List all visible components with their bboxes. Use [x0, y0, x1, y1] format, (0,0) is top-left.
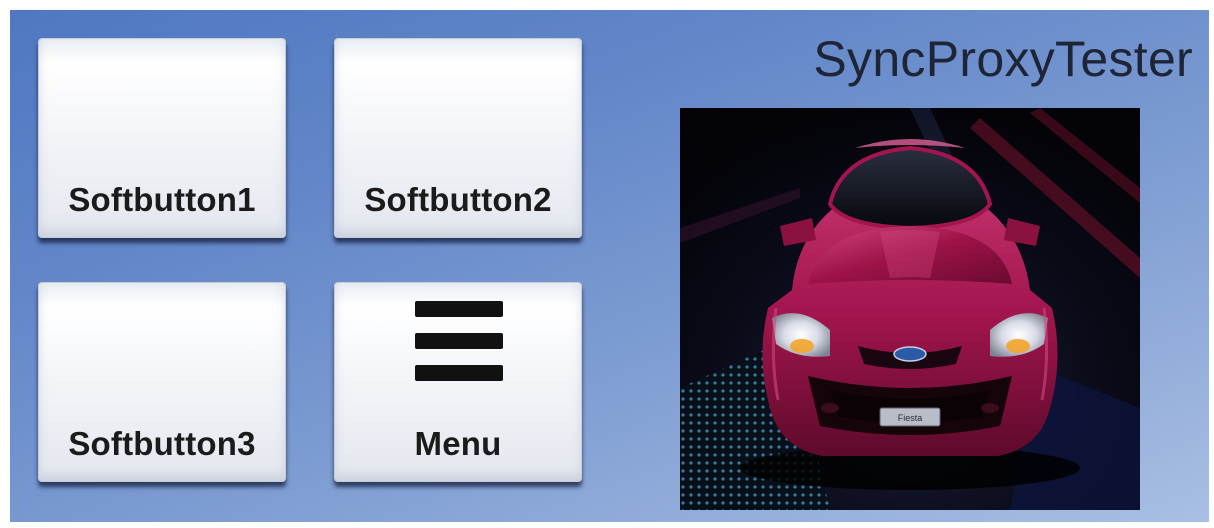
- hamburger-menu-icon: [415, 301, 503, 383]
- softbutton-2-label: Softbutton2: [364, 181, 552, 218]
- menu-button[interactable]: Menu: [334, 282, 582, 482]
- app-title: SyncProxyTester: [813, 31, 1193, 87]
- softbutton-1[interactable]: Softbutton1: [38, 38, 286, 238]
- softbutton-3-label: Softbutton3: [68, 425, 256, 462]
- softbutton-2[interactable]: Softbutton2: [334, 38, 582, 238]
- car-front-image: Fiesta: [680, 108, 1140, 510]
- hmi-screen: Softbutton1 Softbutton2 Softbutton3 Menu…: [10, 10, 1209, 522]
- softbutton-1-label: Softbutton1: [68, 181, 256, 218]
- menu-button-label: Menu: [414, 425, 502, 462]
- license-plate-text: Fiesta: [898, 413, 923, 423]
- softbutton-3[interactable]: Softbutton3: [38, 282, 286, 482]
